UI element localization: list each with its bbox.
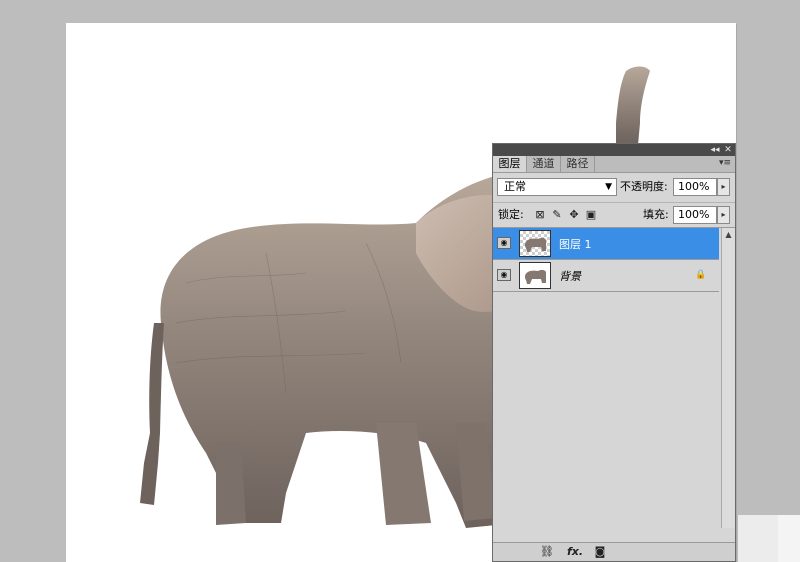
workspace-strip <box>778 515 800 562</box>
mask-icon[interactable]: ◙ <box>592 545 608 558</box>
layer-name: 背景 <box>559 270 581 283</box>
panel-footer: ⛓ fx. ◙ <box>493 542 735 561</box>
chevron-down-icon: ▼ <box>605 182 612 192</box>
blend-mode-value: 正常 <box>504 180 526 193</box>
lock-move-icon[interactable]: ✥ <box>567 208 581 222</box>
opacity-label: 不透明度: <box>620 180 668 193</box>
fill-input[interactable]: 100% <box>673 206 717 224</box>
opacity-slider-arrow[interactable]: ▸ <box>717 178 730 196</box>
tab-channels[interactable]: 通道 <box>527 156 561 172</box>
lock-brush-icon[interactable]: ✎ <box>550 208 564 222</box>
opacity-input[interactable]: 100% <box>673 178 717 196</box>
layer-thumbnail <box>519 230 551 257</box>
workspace-strip <box>738 515 778 562</box>
panel-tabs: 图层 通道 路径 ▾≡ <box>493 156 735 173</box>
eye-icon[interactable]: ◉ <box>497 269 511 281</box>
fill-slider-arrow[interactable]: ▸ <box>717 206 730 224</box>
lock-icon: 🔒 <box>695 270 707 280</box>
elephant-thumb-icon <box>525 237 546 252</box>
close-icon[interactable]: ✕ <box>722 144 734 156</box>
layer-row-layer1[interactable]: ◉ 图层 1 <box>493 228 719 260</box>
layer-row-background[interactable]: ◉ 背景 🔒 <box>493 260 719 292</box>
scroll-up-icon[interactable]: ▲ <box>722 230 735 239</box>
panel-titlebar: ◂◂ ✕ <box>493 144 735 156</box>
elephant-thumb-icon <box>525 269 546 284</box>
layers-panel: ◂◂ ✕ 图层 通道 路径 ▾≡ 正常 ▼ 不透明度: 100% ▸ 锁定: ⊠… <box>492 143 736 562</box>
panel-menu-icon[interactable]: ▾≡ <box>719 158 731 168</box>
blend-mode-select[interactable]: 正常 ▼ <box>497 178 617 196</box>
tab-paths[interactable]: 路径 <box>561 156 595 172</box>
layer-thumbnail <box>519 262 551 289</box>
tab-layers[interactable]: 图层 <box>493 156 527 172</box>
lock-all-icon[interactable]: ▣ <box>584 208 598 222</box>
eye-icon[interactable]: ◉ <box>497 237 511 249</box>
blend-row: 正常 ▼ 不透明度: 100% ▸ <box>493 175 735 201</box>
lock-transparent-icon[interactable]: ⊠ <box>533 208 547 222</box>
link-icon[interactable]: ⛓ <box>537 545 557 558</box>
fill-label: 填充: <box>643 208 669 221</box>
lock-row: 锁定: ⊠ ✎ ✥ ▣ 填充: 100% ▸ <box>493 202 735 229</box>
lock-label: 锁定: <box>498 208 524 221</box>
fx-icon[interactable]: fx. <box>565 545 585 558</box>
layer-name: 图层 1 <box>559 238 592 251</box>
double-chevron-left-icon[interactable]: ◂◂ <box>709 144 721 156</box>
layers-list: ◉ 图层 1 ◉ 背景 🔒 ▲ <box>493 227 735 528</box>
layers-scrollbar[interactable]: ▲ <box>721 228 735 528</box>
